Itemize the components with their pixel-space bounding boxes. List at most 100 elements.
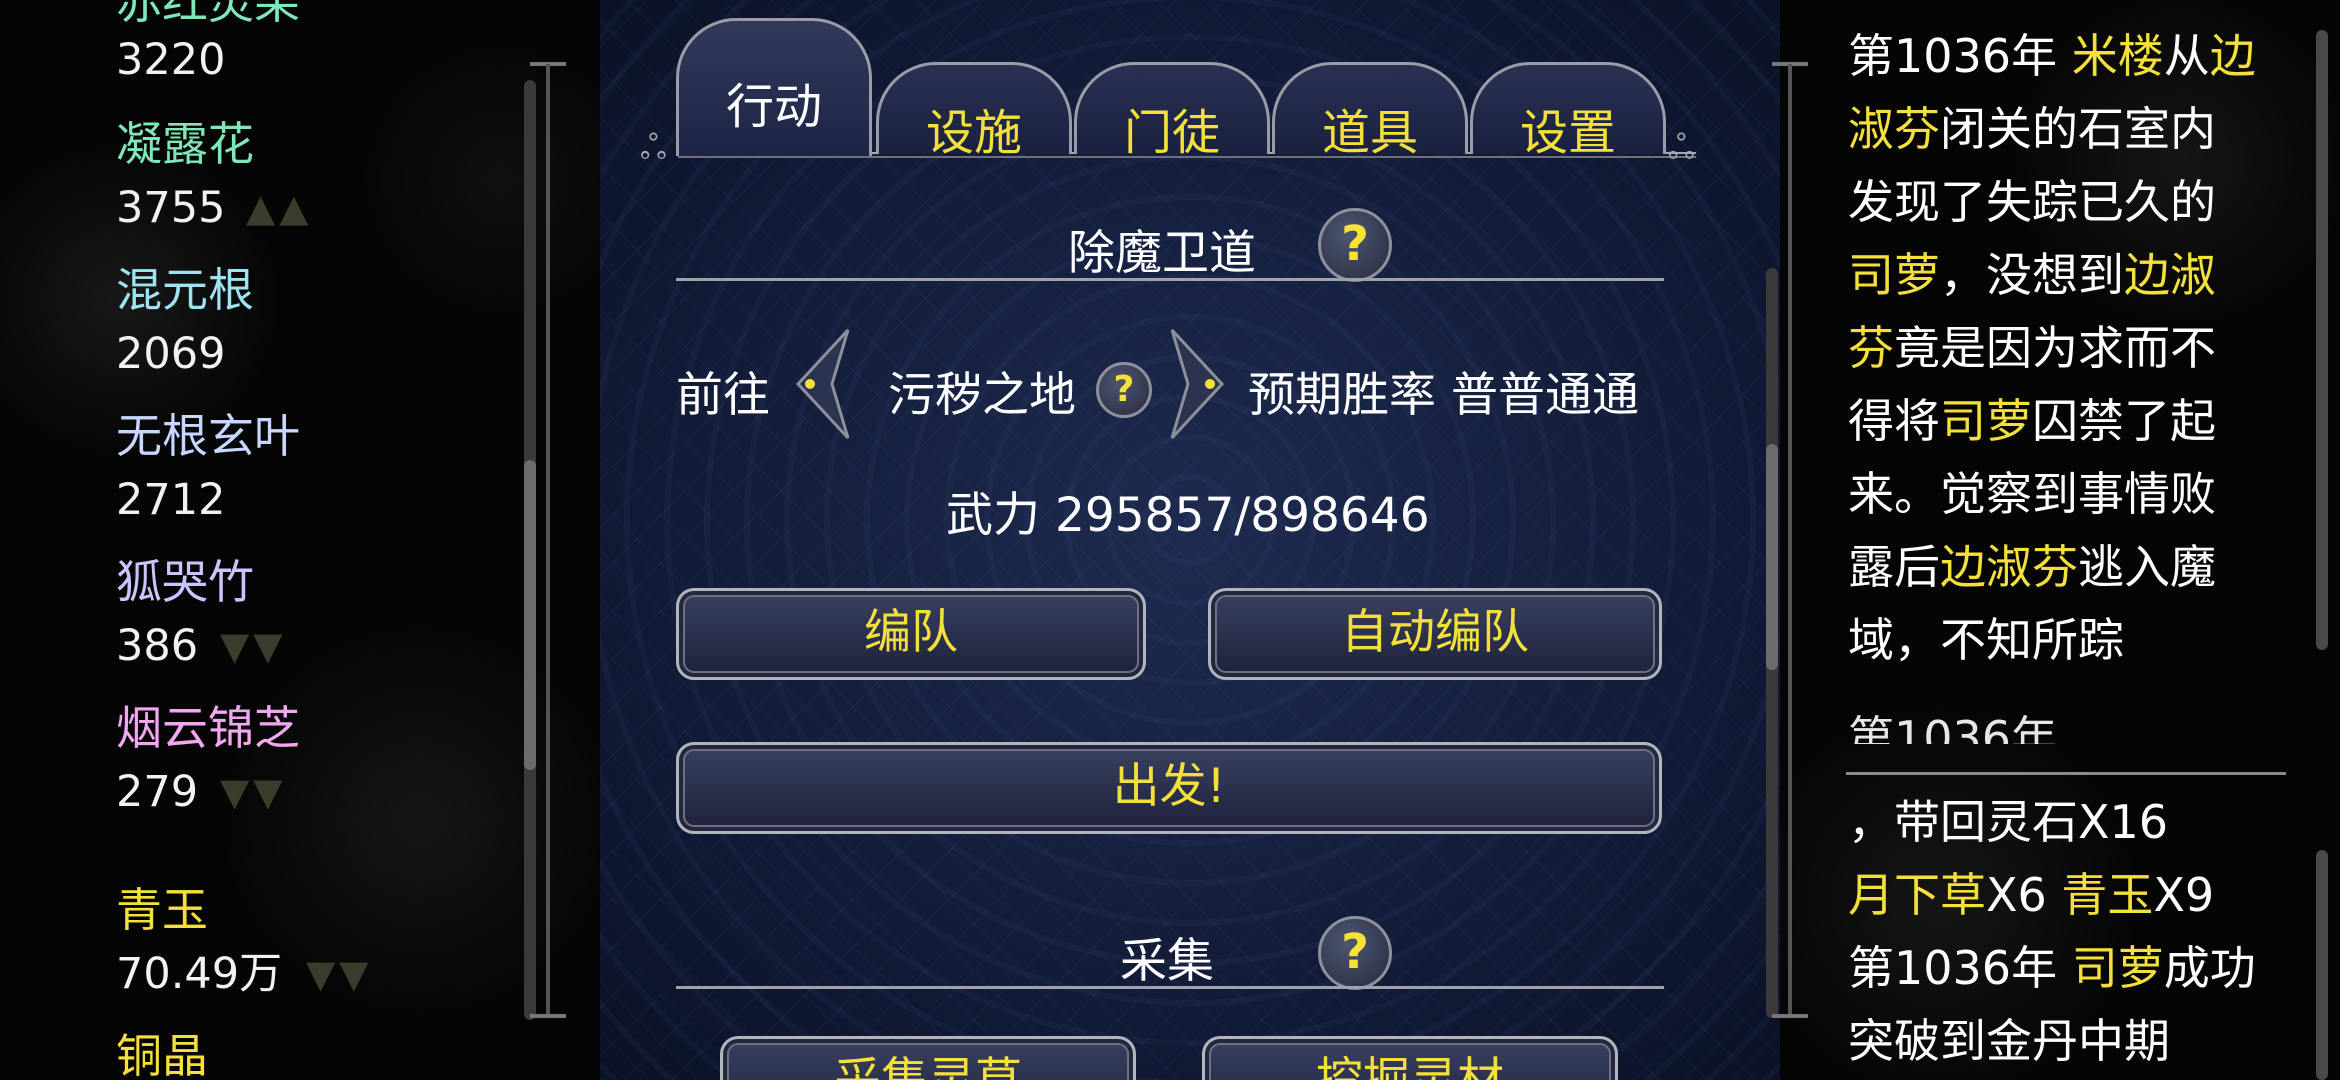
log-highlight: 边 [2209,29,2256,83]
log-line: 露后边淑芬逃入魔 [1848,531,2288,604]
log-text: 成功 [2163,941,2256,995]
resource-name: 铜晶 [116,1029,208,1080]
trend-down-icon: ▼▼ [220,770,287,814]
resource-value: 70.49万 [116,949,283,999]
tab-items[interactable]: 道具 [1272,62,1468,161]
tab-disciples[interactable]: 门徒 [1074,62,1270,161]
trend-up-icon: ▲▲ [246,186,313,230]
resource-name: 混元根 [116,263,254,317]
log-entry: ，带回灵石X16 月下草X6 青玉X9 第1036年 司萝成功 突破到金丹中期 [1848,786,2288,1078]
depart-button[interactable]: 出发! [676,742,1662,834]
scrollbar-thumb[interactable] [2316,850,2328,1080]
resource-name: 狐哭竹 [116,555,254,609]
arrow-right-icon[interactable] [1166,326,1228,442]
mine-material-button[interactable]: 挖掘灵材 [1202,1036,1618,1080]
resource-value: 386 [116,621,199,671]
log-divider [1846,772,2286,775]
resource-value: 3220 [116,35,226,85]
log-highlight: 米楼 [2071,29,2164,83]
section-divider [676,278,1664,281]
tab-label: 道具 [1321,105,1418,161]
log-line: 芬竟是因为求而不 [1848,312,2288,385]
log-text: 竟是因为求而不 [1894,321,2216,375]
scrollbar-thumb[interactable] [2316,30,2328,650]
trend-down-icon: ▼▼ [306,952,373,996]
resource-value: 279 [116,767,199,817]
help-button[interactable]: ? [1318,208,1392,282]
scrollbar-track[interactable] [1788,64,1792,1014]
log-text: 逃入魔 [2078,540,2216,594]
log-highlight: 淑芬 [1848,102,1940,156]
section-title-demon: 除魔卫道 [1068,226,1256,281]
resource-name: 凝露花 [116,117,254,171]
power-value: 武力 295857/898646 [946,488,1430,543]
log-text: 来。觉察到事情败 [1848,467,2216,521]
scrollbar-thumb[interactable] [1766,444,1778,670]
log-line: 来。觉察到事情败 [1848,458,2288,531]
log-text: 突破到金丹中期 [1848,1014,2170,1068]
ornament-right-icon: ஃ [1668,128,1695,168]
gather-herb-button[interactable]: 采集灵草 [720,1036,1136,1080]
tab-action[interactable]: 行动 [676,18,872,156]
goto-label: 前往 [676,368,770,423]
log-line: 第1036年 米楼从边 [1848,20,2288,93]
resource-value: 2712 [116,475,226,525]
tab-label: 行动 [725,79,822,135]
help-button[interactable]: ? [1318,916,1392,990]
resource-name: 烟云锦芝 [116,701,300,755]
event-log-lower[interactable]: ，带回灵石X16 月下草X6 青玉X9 第1036年 司萝成功 突破到金丹中期 [1848,786,2288,1078]
log-highlight: 边淑芬 [1940,540,2078,594]
log-text: 发现了失踪已久的 [1848,175,2216,229]
tab-settings[interactable]: 设置 [1470,62,1666,161]
scrollbar-cap [1772,1014,1808,1018]
log-text: X6 [1986,868,2062,922]
log-text: 闭关的石室内 [1940,102,2216,156]
expected-winrate: 预期胜率 普普通通 [1248,368,1639,423]
resource-name: 无根玄叶 [116,409,300,463]
log-text: 露后 [1848,540,1940,594]
log-text: 从 [2163,29,2210,83]
log-line: 突破到金丹中期 [1848,1005,2288,1078]
log-highlight: 青玉 [2061,868,2154,922]
scrollbar-thumb[interactable] [524,460,536,770]
log-line: 司萝，没想到边淑 [1848,239,2288,312]
log-highlight: 边淑 [2124,248,2216,302]
log-text: 囚禁了起 [2032,394,2216,448]
tab-label: 设施 [925,105,1022,161]
trend-down-icon: ▼▼ [220,624,287,668]
log-highlight: 司萝 [1848,248,1940,302]
resource-name: 赤红灵果 [116,0,300,29]
resource-value: 3755 [116,183,226,233]
section-title-gather: 采集 [1120,934,1214,989]
log-text: 第1036年 [1848,29,2072,83]
log-text: 域，不知所踪 [1848,613,2124,667]
tab-label: 门徒 [1123,105,1220,161]
log-entry: 第1036年 米楼从边 淑芬闭关的石室内 发现了失踪已久的 司萝，没想到边淑 芬竟是因为… [1848,20,2288,677]
destination-name: 污秽之地 [888,368,1076,423]
log-line: 第1036年 司萝成功 [1848,932,2288,1005]
scrollbar-track[interactable] [546,64,550,1014]
left-panel-background [0,0,600,1080]
log-line: 得将司萝囚禁了起 [1848,385,2288,458]
event-log[interactable]: 第1036年 米楼从边 淑芬闭关的石室内 发现了失踪已久的 司萝，没想到边淑 芬竟是因为… [1848,20,2288,677]
tab-facility[interactable]: 设施 [876,62,1072,161]
log-line: 淑芬闭关的石室内 [1848,93,2288,166]
log-text: ，没想到 [1940,248,2124,302]
log-text: X9 [2153,868,2215,922]
log-highlight: 芬 [1848,321,1894,375]
team-button[interactable]: 编队 [676,588,1146,680]
log-entry-partial: 第1036年 [1848,711,2058,744]
log-line: ，带回灵石X16 [1848,786,2288,859]
log-highlight: 司萝 [1940,394,2032,448]
tab-label: 设置 [1519,105,1616,161]
arrow-left-icon[interactable] [792,326,854,442]
resource-name: 青玉 [116,883,208,937]
destination-help-button[interactable]: ? [1096,362,1152,418]
resource-value: 2069 [116,329,226,379]
log-text: 第1036年 [1848,941,2072,995]
ornament-left-icon: ஃ [640,128,667,168]
log-line: 发现了失踪已久的 [1848,166,2288,239]
log-line: 域，不知所踪 [1848,604,2288,677]
auto-team-button[interactable]: 自动编队 [1208,588,1662,680]
log-text: ，带回灵石X16 [1848,795,2169,849]
